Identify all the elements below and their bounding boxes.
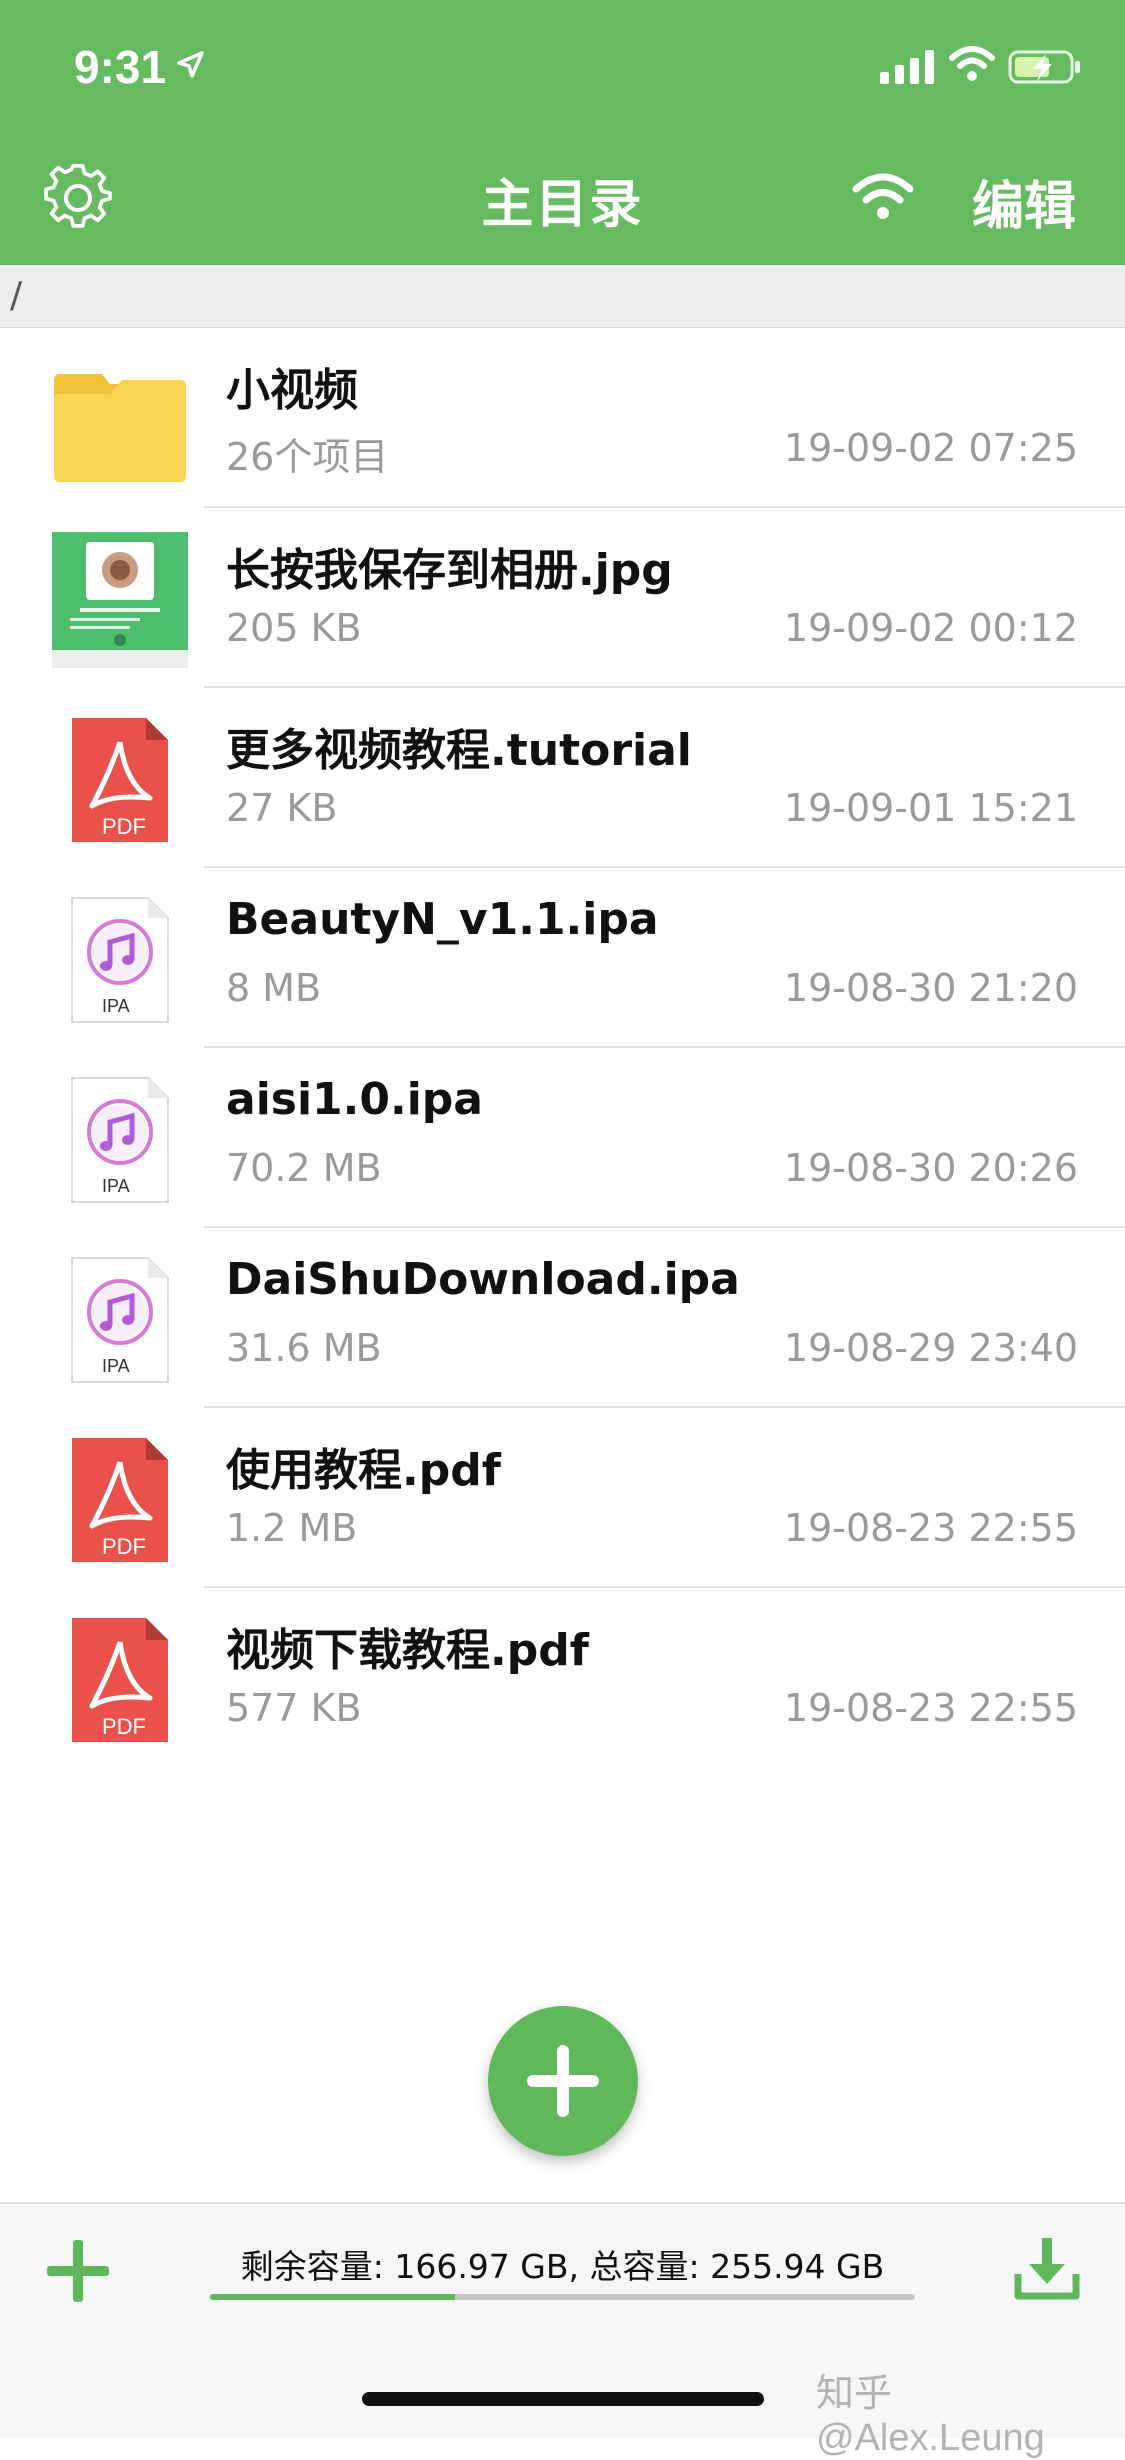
ipa-icon: IPA <box>71 1077 169 1203</box>
wifi-transfer-icon[interactable] <box>852 171 914 221</box>
file-name: 更多视频教程.tutorial <box>226 725 692 776</box>
add-button[interactable] <box>45 2238 111 2304</box>
watermark-text: 知乎 @Alex.Leung <box>816 2373 1045 2459</box>
add-floating-button[interactable] <box>488 2006 638 2156</box>
home-indicator[interactable] <box>362 2392 764 2406</box>
file-name: DaiShuDownload.ipa <box>226 1254 740 1305</box>
file-date: 19-08-23 22:55 <box>783 1506 1078 1550</box>
file-row[interactable]: IPA BeautyN_v1.1.ipa 8 MB 19-08-30 21:20 <box>0 868 1125 1048</box>
location-arrow-icon <box>177 51 204 78</box>
file-meta: 26个项目 <box>226 435 389 479</box>
storage-progress-bar <box>210 2294 915 2300</box>
plus-icon <box>527 2045 599 2117</box>
file-name: 小视频 <box>226 365 358 416</box>
file-meta: 27 KB <box>226 786 338 830</box>
file-meta: 70.2 MB <box>226 1146 382 1190</box>
svg-text:IPA: IPA <box>102 996 130 1016</box>
file-meta: 577 KB <box>226 1686 362 1730</box>
wifi-status-icon <box>949 46 995 81</box>
file-meta: 205 KB <box>226 606 362 650</box>
file-row[interactable]: PDF 视频下载教程.pdf 577 KB 19-08-23 22:55 <box>0 1588 1125 1768</box>
folder-icon <box>54 374 186 482</box>
file-row[interactable]: IPA DaiShuDownload.ipa 31.6 MB 19-08-29 … <box>0 1228 1125 1408</box>
file-date: 19-08-23 22:55 <box>783 1686 1078 1730</box>
status-time: 9:31 <box>74 41 167 93</box>
pdf-icon: PDF <box>72 1438 168 1562</box>
file-name: 长按我保存到相册.jpg <box>226 545 673 596</box>
battery-charging-icon <box>1008 50 1080 84</box>
download-icon[interactable] <box>1012 2236 1082 2302</box>
edit-button[interactable]: 编辑 <box>972 164 1076 239</box>
file-row[interactable]: 长按我保存到相册.jpg 205 KB 19-09-02 00:12 <box>0 508 1125 688</box>
file-date: 19-09-02 07:25 <box>783 426 1078 470</box>
svg-text:IPA: IPA <box>102 1356 130 1376</box>
cellular-signal-icon <box>880 50 934 84</box>
file-date: 19-08-30 20:26 <box>783 1146 1078 1190</box>
ipa-icon: IPA <box>71 1257 169 1383</box>
svg-text:PDF: PDF <box>102 1714 146 1739</box>
svg-text:PDF: PDF <box>102 1534 146 1559</box>
file-row[interactable]: 小视频 26个项目 19-09-02 07:25 <box>0 328 1125 508</box>
file-date: 19-08-29 23:40 <box>783 1326 1078 1370</box>
file-row[interactable]: PDF 更多视频教程.tutorial 27 KB 19-09-01 15:21 <box>0 688 1125 868</box>
file-meta: 8 MB <box>226 966 322 1010</box>
file-row[interactable]: PDF 使用教程.pdf 1.2 MB 19-08-23 22:55 <box>0 1408 1125 1588</box>
file-name: aisi1.0.ipa <box>226 1074 483 1125</box>
file-name: BeautyN_v1.1.ipa <box>226 894 659 945</box>
storage-progress-fill <box>210 2294 456 2300</box>
svg-text:PDF: PDF <box>102 814 146 839</box>
nav-header: 9:31 主目录 编辑 <box>0 0 1125 265</box>
file-row[interactable]: IPA aisi1.0.ipa 70.2 MB 19-08-30 20:26 <box>0 1048 1125 1228</box>
current-path: / <box>10 275 23 316</box>
file-meta: 1.2 MB <box>226 1506 358 1550</box>
pdf-icon: PDF <box>72 718 168 842</box>
path-breadcrumb: / <box>0 265 1125 328</box>
file-name: 使用教程.pdf <box>226 1445 501 1496</box>
pdf-icon: PDF <box>72 1618 168 1742</box>
file-date: 19-08-30 21:20 <box>783 966 1078 1010</box>
image-thumbnail <box>52 532 188 668</box>
svg-text:IPA: IPA <box>102 1176 130 1196</box>
file-name: 视频下载教程.pdf <box>226 1625 589 1676</box>
page-title: 主目录 <box>481 175 644 235</box>
ipa-icon: IPA <box>71 897 169 1023</box>
file-date: 19-09-02 00:12 <box>783 606 1078 650</box>
file-meta: 31.6 MB <box>226 1326 382 1370</box>
storage-capacity-text: 剩余容量: 166.97 GB, 总容量: 255.94 GB <box>240 2247 885 2286</box>
file-date: 19-09-01 15:21 <box>783 786 1078 830</box>
